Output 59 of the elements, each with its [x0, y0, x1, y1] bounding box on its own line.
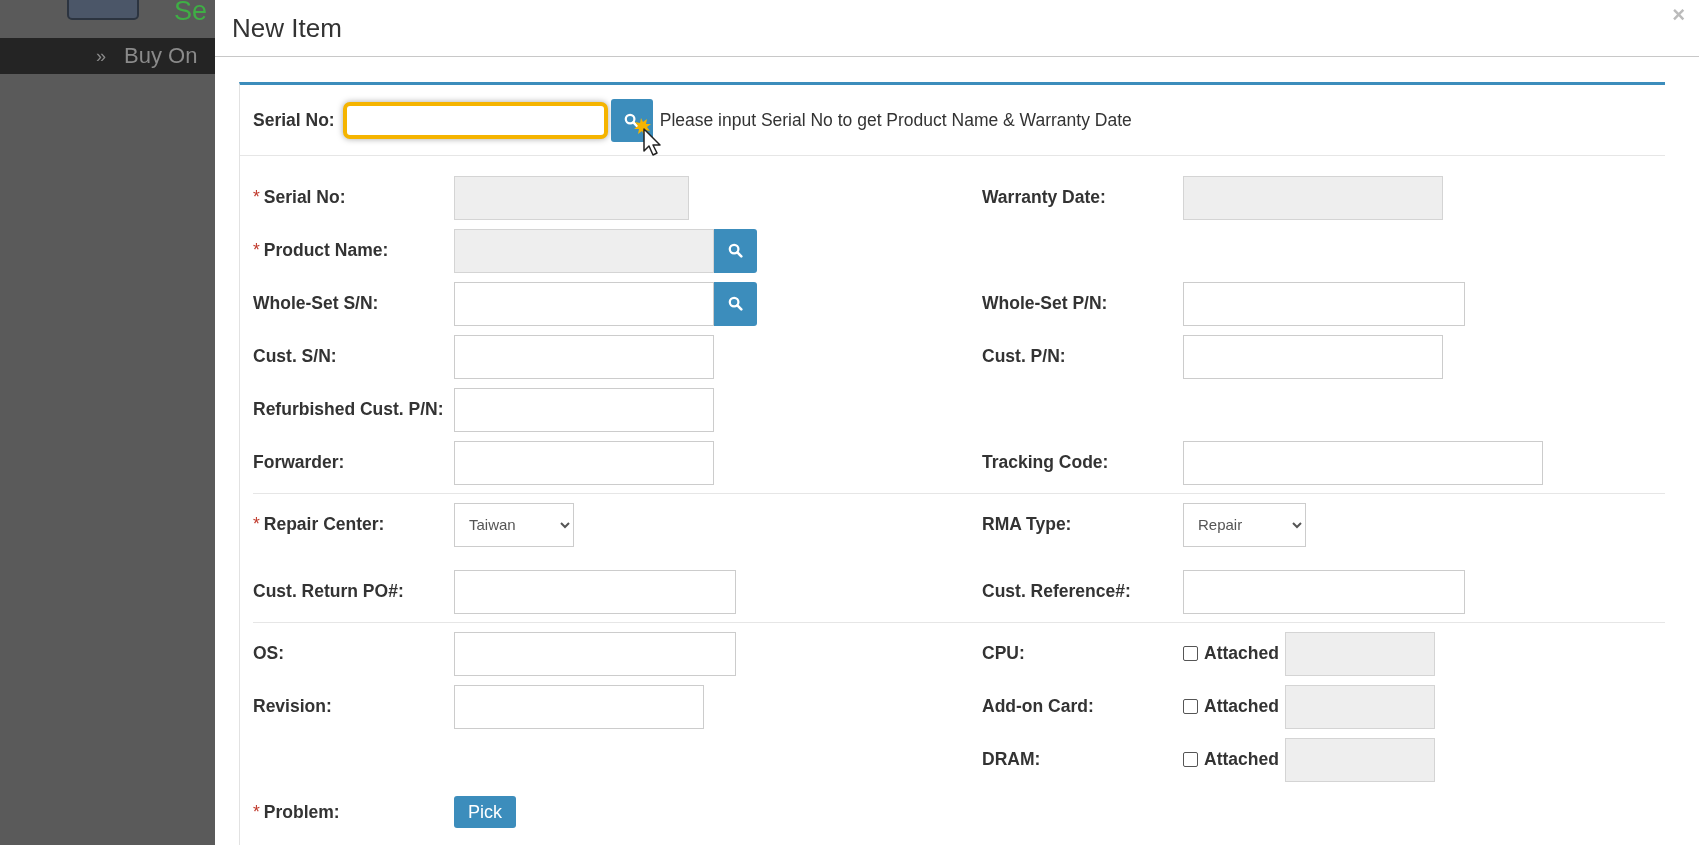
- text-field[interactable]: [454, 684, 704, 729]
- text-field[interactable]: [1183, 440, 1543, 485]
- field-label: CPU:: [982, 643, 1026, 664]
- field-label: Refurbished Cust. P/N:: [253, 399, 445, 420]
- text-field[interactable]: [454, 440, 714, 485]
- field-label: Whole-Set P/N:: [982, 293, 1109, 314]
- readonly-field[interactable]: [454, 175, 689, 220]
- field-label: OS:: [253, 643, 286, 664]
- search-button[interactable]: [714, 228, 757, 273]
- text-field[interactable]: [1183, 334, 1443, 379]
- field-label: * Repair Center:: [253, 514, 386, 535]
- text-field[interactable]: [1183, 569, 1465, 614]
- checkbox-label: Attached: [1204, 643, 1279, 664]
- pick-button[interactable]: Pick: [454, 796, 516, 828]
- field-label: Cust. Return PO#:: [253, 581, 405, 602]
- search-icon: [728, 296, 743, 311]
- field-label: RMA Type:: [982, 514, 1073, 535]
- field-label: * Problem:: [253, 801, 341, 823]
- text-field[interactable]: [454, 387, 714, 432]
- text-field[interactable]: [454, 569, 736, 614]
- nav-marker: »: [96, 45, 106, 67]
- text-field[interactable]: [454, 334, 714, 379]
- field-label: Serial No:: [253, 109, 335, 131]
- readonly-field[interactable]: [1284, 737, 1435, 782]
- field-label: Forwarder:: [253, 452, 346, 473]
- checkbox[interactable]: [1183, 699, 1198, 714]
- text-field[interactable]: [454, 631, 736, 676]
- field-label: Cust. P/N:: [982, 346, 1067, 367]
- checkbox-label: Attached: [1204, 749, 1279, 770]
- field-label: Whole-Set S/N:: [253, 293, 380, 314]
- dialog-title: New Item: [232, 12, 342, 44]
- brand-text: Se: [174, 0, 208, 27]
- readonly-field[interactable]: [1284, 684, 1435, 729]
- checkbox[interactable]: [1183, 752, 1198, 767]
- dropdown[interactable]: Taiwan: [454, 502, 574, 547]
- search-icon: [728, 243, 743, 258]
- field-label: Cust. S/N:: [253, 346, 338, 367]
- logo-icon: [67, 0, 139, 20]
- field-label: Revision:: [253, 696, 333, 717]
- text-field[interactable]: [454, 281, 714, 326]
- field-label: DRAM:: [982, 749, 1042, 770]
- dropdown[interactable]: Repair: [1183, 502, 1306, 547]
- checkbox[interactable]: [1183, 646, 1198, 661]
- readonly-field[interactable]: [454, 228, 714, 273]
- search-icon: [624, 112, 640, 128]
- field-label: Add-on Card:: [982, 696, 1095, 717]
- readonly-field[interactable]: [1284, 631, 1435, 676]
- checkbox-label: Attached: [1204, 696, 1279, 717]
- field-label: Tracking Code:: [982, 452, 1110, 473]
- hint-text: Please input Serial No to get Product Name & Warranty Date: [659, 109, 1132, 131]
- text-field[interactable]: [1183, 281, 1465, 326]
- field-label: * Product Name:: [253, 240, 390, 261]
- field-label: Cust. Reference#:: [982, 581, 1132, 602]
- field-label: * Serial No:: [253, 187, 347, 208]
- serial-input[interactable]: [342, 101, 608, 139]
- nav-link[interactable]: Buy On: [124, 43, 198, 69]
- readonly-field[interactable]: [1183, 175, 1443, 220]
- search-button[interactable]: [714, 281, 757, 326]
- field-label: Warranty Date:: [982, 187, 1107, 208]
